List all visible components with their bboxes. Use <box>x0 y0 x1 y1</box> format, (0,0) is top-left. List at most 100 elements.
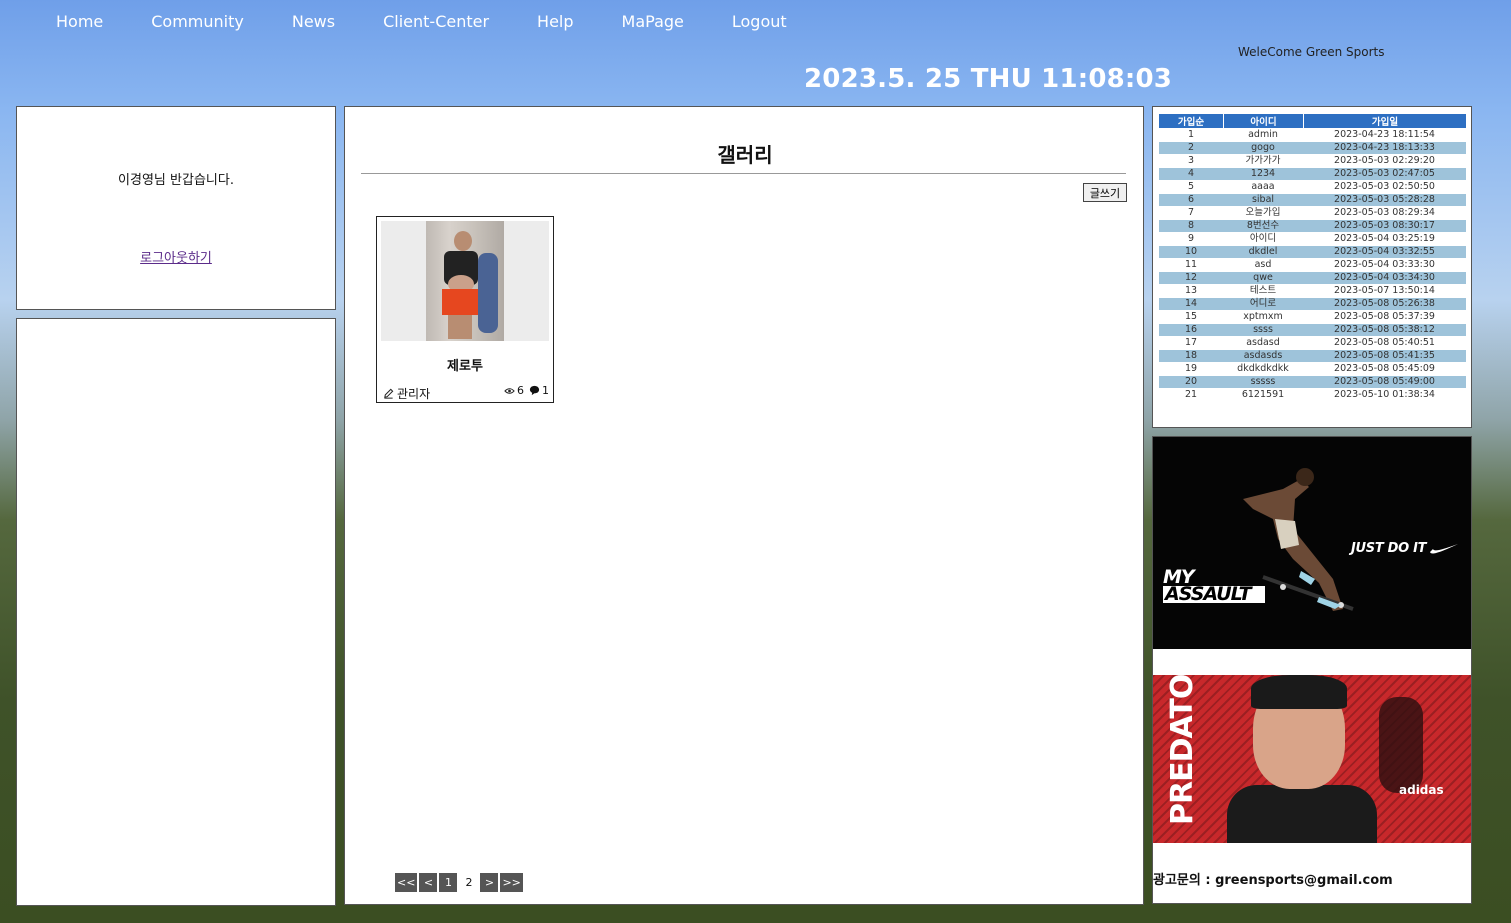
first-page-button[interactable]: << <box>395 873 418 892</box>
member-row: 3 가가가가 2023-05-03 02:29:20 <box>1159 155 1466 167</box>
member-order: 11 <box>1184 259 1198 270</box>
nav-news[interactable]: News <box>292 0 335 44</box>
member-row: 11 asd 2023-05-04 03:33:30 <box>1159 259 1466 271</box>
member-join-date: 2023-05-08 05:41:35 <box>1303 350 1466 362</box>
member-row: 8 8번선수 2023-05-03 08:30:17 <box>1159 220 1466 232</box>
nav-mapage[interactable]: MaPage <box>622 0 684 44</box>
member-id: 오늘가입 <box>1245 207 1281 218</box>
member-join-date: 2023-05-04 03:33:30 <box>1334 259 1435 270</box>
nike-swoosh-icon <box>1430 544 1458 554</box>
thumbnail[interactable] <box>381 221 549 341</box>
member-id: 8번선수 <box>1223 220 1303 232</box>
member-order: 13 <box>1184 285 1198 296</box>
member-rows: 1 admin 2023-04-23 18:11:54 2 gogo 2023-04-23… <box>1159 129 1466 401</box>
member-list-panel: 가입순 아이디 가입일 1 admin 2023-04-23 18:11:54 2 go… <box>1152 106 1472 428</box>
member-id: 테스트 <box>1249 285 1277 296</box>
member-order: 19 <box>1184 363 1198 374</box>
member-id: admin <box>1248 129 1278 140</box>
col-user-id: 아이디 <box>1223 114 1303 128</box>
member-row: 7 오늘가입 2023-05-03 08:29:34 <box>1159 207 1466 219</box>
page-1-button[interactable]: 1 <box>439 873 458 892</box>
member-row: 17 asdasd 2023-05-08 05:40:51 <box>1159 337 1466 349</box>
pagination: << < 1 2 > >> <box>395 873 523 892</box>
thumbnail-photo <box>426 221 504 341</box>
member-join-date: 2023-04-23 18:13:33 <box>1303 142 1466 154</box>
member-row: 19 dkdkdkdkk 2023-05-08 05:45:09 <box>1159 363 1466 375</box>
card-title[interactable]: 제로투 <box>377 355 553 374</box>
gallery-card[interactable]: 제로투 관리자 6 1 <box>376 216 554 403</box>
member-row: 9 아이디 2023-05-04 03:25:19 <box>1159 233 1466 245</box>
member-join-date: 2023-05-08 05:26:38 <box>1303 298 1466 310</box>
member-id: 1234 <box>1223 168 1303 180</box>
nav-help[interactable]: Help <box>537 0 573 44</box>
member-id: asdasds <box>1223 350 1303 362</box>
greeting-text: 이경영님 반갑습니다. <box>118 173 234 188</box>
write-button[interactable]: 글쓰기 <box>1083 183 1127 202</box>
member-row: 16 ssss 2023-05-08 05:38:12 <box>1159 324 1466 336</box>
member-row: 21 6121591 2023-05-10 01:38:34 <box>1159 389 1466 401</box>
member-order: 17 <box>1184 337 1198 348</box>
predator-word: PREDATOR <box>1165 675 1200 825</box>
top-nav: Home Community News Client-Center Help M… <box>0 0 787 44</box>
next-page-button[interactable]: > <box>480 873 499 892</box>
nike-slogan: JUST DO IT <box>1351 541 1427 556</box>
title-divider <box>361 173 1126 174</box>
prev-page-button[interactable]: < <box>419 873 438 892</box>
member-row: 15 xptmxm 2023-05-08 05:37:39 <box>1159 311 1466 323</box>
member-id: 6121591 <box>1241 389 1285 400</box>
member-order: 21 <box>1184 389 1198 400</box>
member-join-date: 2023-05-03 08:29:34 <box>1334 207 1435 218</box>
col-join-date: 가입일 <box>1303 114 1466 128</box>
member-order: 3 <box>1187 155 1195 166</box>
member-id: dkdlel <box>1223 246 1303 258</box>
current-page: 2 <box>465 876 473 889</box>
member-join-date: 2023-05-04 03:25:19 <box>1334 233 1435 244</box>
nav-logout[interactable]: Logout <box>732 0 787 44</box>
member-order: 15 <box>1184 311 1198 322</box>
member-id: gogo <box>1223 142 1303 154</box>
member-row: 5 aaaa 2023-05-03 02:50:50 <box>1159 181 1466 193</box>
member-order: 5 <box>1187 181 1195 192</box>
pencil-icon <box>384 388 394 399</box>
member-id: asdasd <box>1246 337 1280 348</box>
member-join-date: 2023-05-03 05:28:28 <box>1303 194 1466 206</box>
member-id: xptmxm <box>1243 311 1283 322</box>
member-row: 1 admin 2023-04-23 18:11:54 <box>1159 129 1466 141</box>
clock: 2023.5. 25 THU 11:08:03 <box>804 64 1173 94</box>
member-id: 어디로 <box>1223 298 1303 310</box>
last-page-button[interactable]: >> <box>500 873 523 892</box>
card-author: 관리자 <box>383 385 430 402</box>
member-row: 14 어디로 2023-05-08 05:26:38 <box>1159 298 1466 310</box>
member-order: 7 <box>1187 207 1195 218</box>
comment-icon <box>529 385 540 396</box>
member-id: 아이디 <box>1249 233 1277 244</box>
nav-community[interactable]: Community <box>151 0 244 44</box>
member-row: 13 테스트 2023-05-07 13:50:14 <box>1159 285 1466 297</box>
member-order: 18 <box>1159 350 1223 362</box>
login-box: 이경영님 반갑습니다. 로그아웃하기 <box>16 106 336 310</box>
nav-client-center[interactable]: Client-Center <box>383 0 489 44</box>
member-table: 가입순 아이디 가입일 1 admin 2023-04-23 18:11:54 2 go… <box>1159 113 1466 402</box>
adidas-ad-banner[interactable]: PREDATOR adidas <box>1153 675 1471 843</box>
nike-ad-banner[interactable]: JUST DO IT MY ASSAULT <box>1153 437 1471 649</box>
adidas-logo: adidas <box>1399 783 1444 797</box>
member-order: 1 <box>1187 129 1195 140</box>
nav-home[interactable]: Home <box>56 0 103 44</box>
member-join-date: 2023-05-08 05:37:39 <box>1334 311 1435 322</box>
member-join-date: 2023-05-08 05:45:09 <box>1334 363 1435 374</box>
member-join-date: 2023-05-04 03:32:55 <box>1303 246 1466 258</box>
member-id: aaaa <box>1251 181 1275 192</box>
ad-panel: JUST DO IT MY ASSAULT PREDATOR adidas 광고… <box>1152 436 1472 904</box>
member-id: dkdkdkdkk <box>1237 363 1289 374</box>
gallery-panel: 갤러리 글쓰기 제로투 관리자 6 1 << < 1 2 > >> <box>344 106 1144 905</box>
eye-icon <box>504 387 515 394</box>
logout-link[interactable]: 로그아웃하기 <box>17 247 335 266</box>
member-join-date: 2023-04-23 18:11:54 <box>1334 129 1435 140</box>
member-id: ssss <box>1223 324 1303 336</box>
member-join-date: 2023-05-08 05:38:12 <box>1303 324 1466 336</box>
member-id: 가가가가 <box>1245 155 1281 166</box>
runner-figure <box>1379 697 1423 793</box>
card-stats: 6 1 <box>504 384 549 397</box>
member-order: 14 <box>1159 298 1223 310</box>
member-row: 10 dkdlel 2023-05-04 03:32:55 <box>1159 246 1466 258</box>
